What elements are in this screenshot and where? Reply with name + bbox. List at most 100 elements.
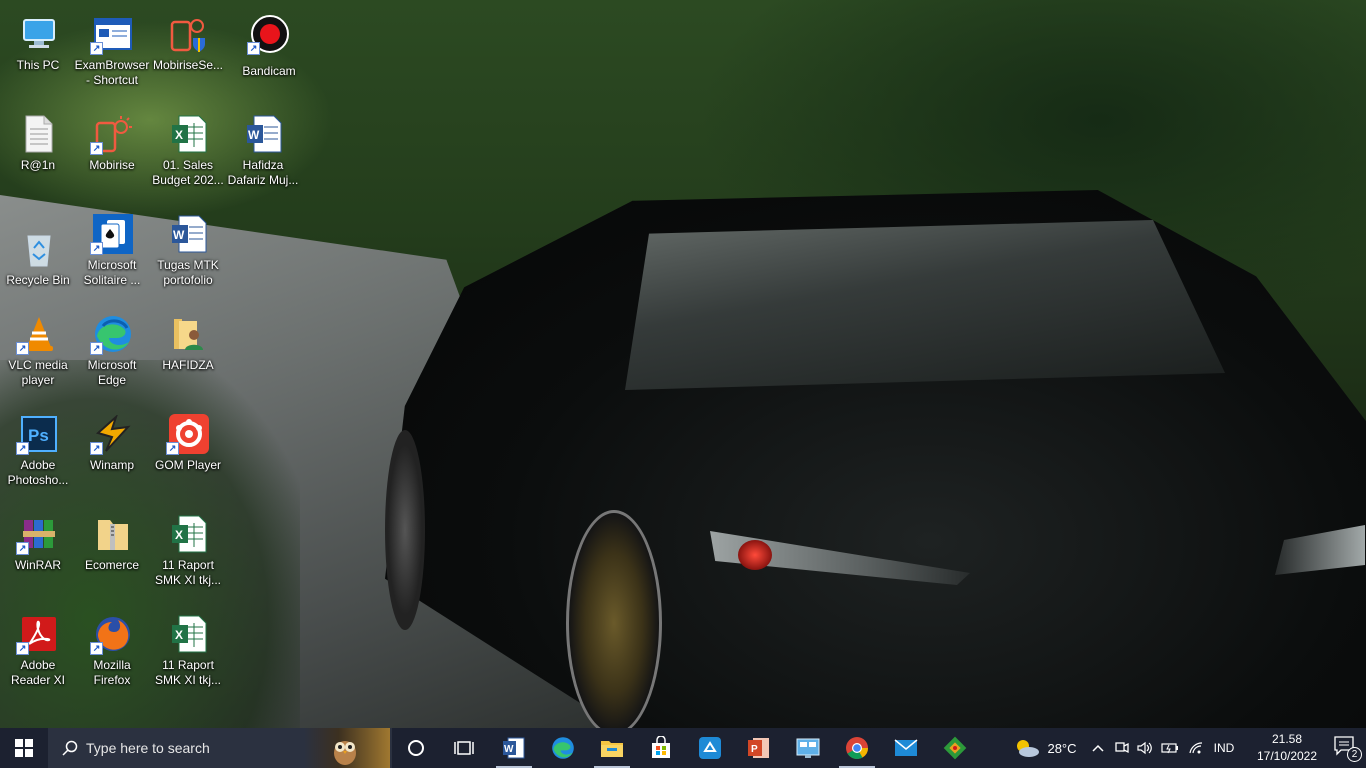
mail-icon xyxy=(894,739,918,756)
desktop-icon-bandicam[interactable]: ↗ Bandicam xyxy=(231,6,307,96)
input-language[interactable]: IND xyxy=(1210,728,1238,768)
desktop-icon-hafidza-doc[interactable]: W Hafidza Dafariz Muj... xyxy=(225,106,301,196)
desktop-icon-label: Bandicam xyxy=(242,64,296,78)
shortcut-arrow-icon: ↗ xyxy=(16,542,29,555)
taskbar-control-panel[interactable] xyxy=(784,728,832,768)
meet-now-button[interactable] xyxy=(1112,728,1132,768)
shortcut-arrow-icon: ↗ xyxy=(16,442,29,455)
search-icon xyxy=(62,740,78,756)
wallpaper-car-windshield xyxy=(625,220,1225,390)
desktop-icon-label: VLC media player xyxy=(8,358,68,387)
desktop-icon-tugas-mtk[interactable]: W Tugas MTK portofolio xyxy=(150,206,226,296)
word-file-icon: W xyxy=(169,214,209,254)
desktop-icon-r-1n[interactable]: R@1n xyxy=(0,106,76,196)
this-pc-icon xyxy=(19,14,59,54)
task-view-icon xyxy=(454,741,474,755)
mobirise-setup-icon xyxy=(169,14,209,54)
desktop-icon-label: This PC xyxy=(16,58,60,72)
shortcut-arrow-icon: ↗ xyxy=(166,442,179,455)
chrome-icon xyxy=(846,737,868,759)
meet-now-icon xyxy=(1115,742,1129,754)
taskbar-git[interactable] xyxy=(931,728,979,768)
desktop-icon-label: Recycle Bin xyxy=(6,273,70,287)
svg-text:W: W xyxy=(504,744,514,755)
text-file-icon xyxy=(19,114,59,154)
taskbar-file-explorer[interactable] xyxy=(588,728,636,768)
cortana-icon xyxy=(408,740,424,756)
taskbar-search-box[interactable]: Type here to search xyxy=(48,728,392,768)
desktop-icon-label: ExamBrowser - Shortcut xyxy=(74,58,150,87)
desktop-icon-label: Adobe Photosho... xyxy=(7,458,69,487)
desktop-icon-label: Winamp xyxy=(89,458,134,472)
desktop-icon-label: HAFIDZA xyxy=(162,358,214,372)
shortcut-arrow-icon: ↗ xyxy=(90,42,103,55)
desktop-icon-label: Ecomerce xyxy=(84,558,140,572)
shortcut-arrow-icon: ↗ xyxy=(16,342,29,355)
shortcut-arrow-icon: ↗ xyxy=(90,142,103,155)
search-highlight-art xyxy=(304,728,390,768)
battery-button[interactable] xyxy=(1159,728,1181,768)
wallpaper-car-front-wheel xyxy=(566,510,662,728)
desktop-icon-label: GOM Player xyxy=(154,458,221,472)
shortcut-arrow-icon: ↗ xyxy=(90,342,103,355)
shortcut-arrow-icon: ↗ xyxy=(90,642,103,655)
taskbar-clock[interactable]: 21.58 17/10/2022 xyxy=(1250,731,1324,765)
desktop-icon-label: 01. Sales Budget 202... xyxy=(152,158,224,187)
desktop-icon-label: Microsoft Solitaire ... xyxy=(83,258,141,287)
task-view-button[interactable] xyxy=(440,728,488,768)
shortcut-arrow-icon: ↗ xyxy=(90,442,103,455)
desktop-icon-mobirise-setup[interactable]: MobiriseSe... xyxy=(150,6,226,96)
desktop-icon-label: Mobirise xyxy=(89,158,135,172)
control-panel-icon xyxy=(796,738,820,758)
taskbar-edge[interactable] xyxy=(539,728,587,768)
action-center-button[interactable]: 2 xyxy=(1334,736,1362,762)
taskbar-recycle-app[interactable] xyxy=(686,728,734,768)
desktop-icon-adobe-reader[interactable]: ↗ Adobe Reader XI xyxy=(0,606,76,696)
desktop-icon-this-pc[interactable]: This PC xyxy=(0,6,76,96)
taskbar-chrome[interactable] xyxy=(833,728,881,768)
word-file-icon: W xyxy=(244,114,284,154)
desktop-icon-winamp[interactable]: ↗ Winamp xyxy=(74,406,150,496)
taskbar-microsoft-store[interactable] xyxy=(637,728,685,768)
wallpaper-car-rear-wheel xyxy=(385,430,425,630)
desktop-icon-label: WinRAR xyxy=(14,558,61,572)
taskbar-mail[interactable] xyxy=(882,728,930,768)
owl-icon xyxy=(334,741,356,765)
desktop-icon-recycle-bin[interactable]: Recycle Bin xyxy=(0,221,76,311)
excel-file-icon: X xyxy=(169,514,209,554)
network-button[interactable] xyxy=(1185,728,1207,768)
taskbar-word[interactable]: W xyxy=(490,728,538,768)
weather-temperature[interactable]: 28°C xyxy=(1044,728,1080,768)
desktop-icon-gom-player[interactable]: ↗ GOM Player xyxy=(150,406,226,496)
excel-file-icon: X xyxy=(169,114,209,154)
volume-button[interactable] xyxy=(1135,728,1155,768)
battery-charging-icon xyxy=(1161,743,1178,754)
desktop-icon-label: Hafidza Dafariz Muj... xyxy=(227,158,299,187)
desktop-icon-solitaire[interactable]: ↗ Microsoft Solitaire ... xyxy=(74,206,150,296)
desktop-icon-sales-budget[interactable]: X 01. Sales Budget 202... xyxy=(150,106,226,196)
desktop-icon-vlc[interactable]: ↗ VLC media player xyxy=(0,306,76,396)
show-hidden-icons-button[interactable] xyxy=(1088,728,1108,768)
desktop-icon-raport-2[interactable]: X 11 Raport SMK XI tkj... xyxy=(150,606,226,696)
weather-widget[interactable] xyxy=(1010,728,1044,768)
desktop-icon-edge[interactable]: ↗ Microsoft Edge xyxy=(74,306,150,396)
desktop-icon-winrar[interactable]: ↗ WinRAR xyxy=(0,506,76,596)
desktop-icon-label: Mozilla Firefox xyxy=(93,658,131,687)
speaker-icon xyxy=(1137,741,1152,755)
desktop-icon-raport-1[interactable]: X 11 Raport SMK XI tkj... xyxy=(150,506,226,596)
desktop-icon-label: MobiriseSe... xyxy=(152,58,224,72)
desktop-icon-mobirise[interactable]: ↗ Mobirise xyxy=(74,106,150,196)
desktop-icon-exambrowser[interactable]: ↗ ExamBrowser - Shortcut xyxy=(74,6,150,96)
desktop-icon-ecomerce[interactable]: Ecomerce xyxy=(74,506,150,596)
desktop-icon-photoshop[interactable]: Ps ↗ Adobe Photosho... xyxy=(0,406,76,496)
taskbar-powerpoint[interactable]: P xyxy=(735,728,783,768)
notification-count-badge: 2 xyxy=(1347,747,1362,762)
cortana-button[interactable] xyxy=(392,728,440,768)
svg-text:X: X xyxy=(175,528,183,542)
desktop-icon-hafidza-folder[interactable]: HAFIDZA xyxy=(150,306,226,396)
desktop-icon-firefox[interactable]: ↗ Mozilla Firefox xyxy=(74,606,150,696)
svg-text:W: W xyxy=(173,228,185,242)
taskbar: Type here to search W P 28°C IND 21.58 1… xyxy=(0,728,1366,768)
excel-file-icon: X xyxy=(169,614,209,654)
start-button[interactable] xyxy=(0,728,48,768)
